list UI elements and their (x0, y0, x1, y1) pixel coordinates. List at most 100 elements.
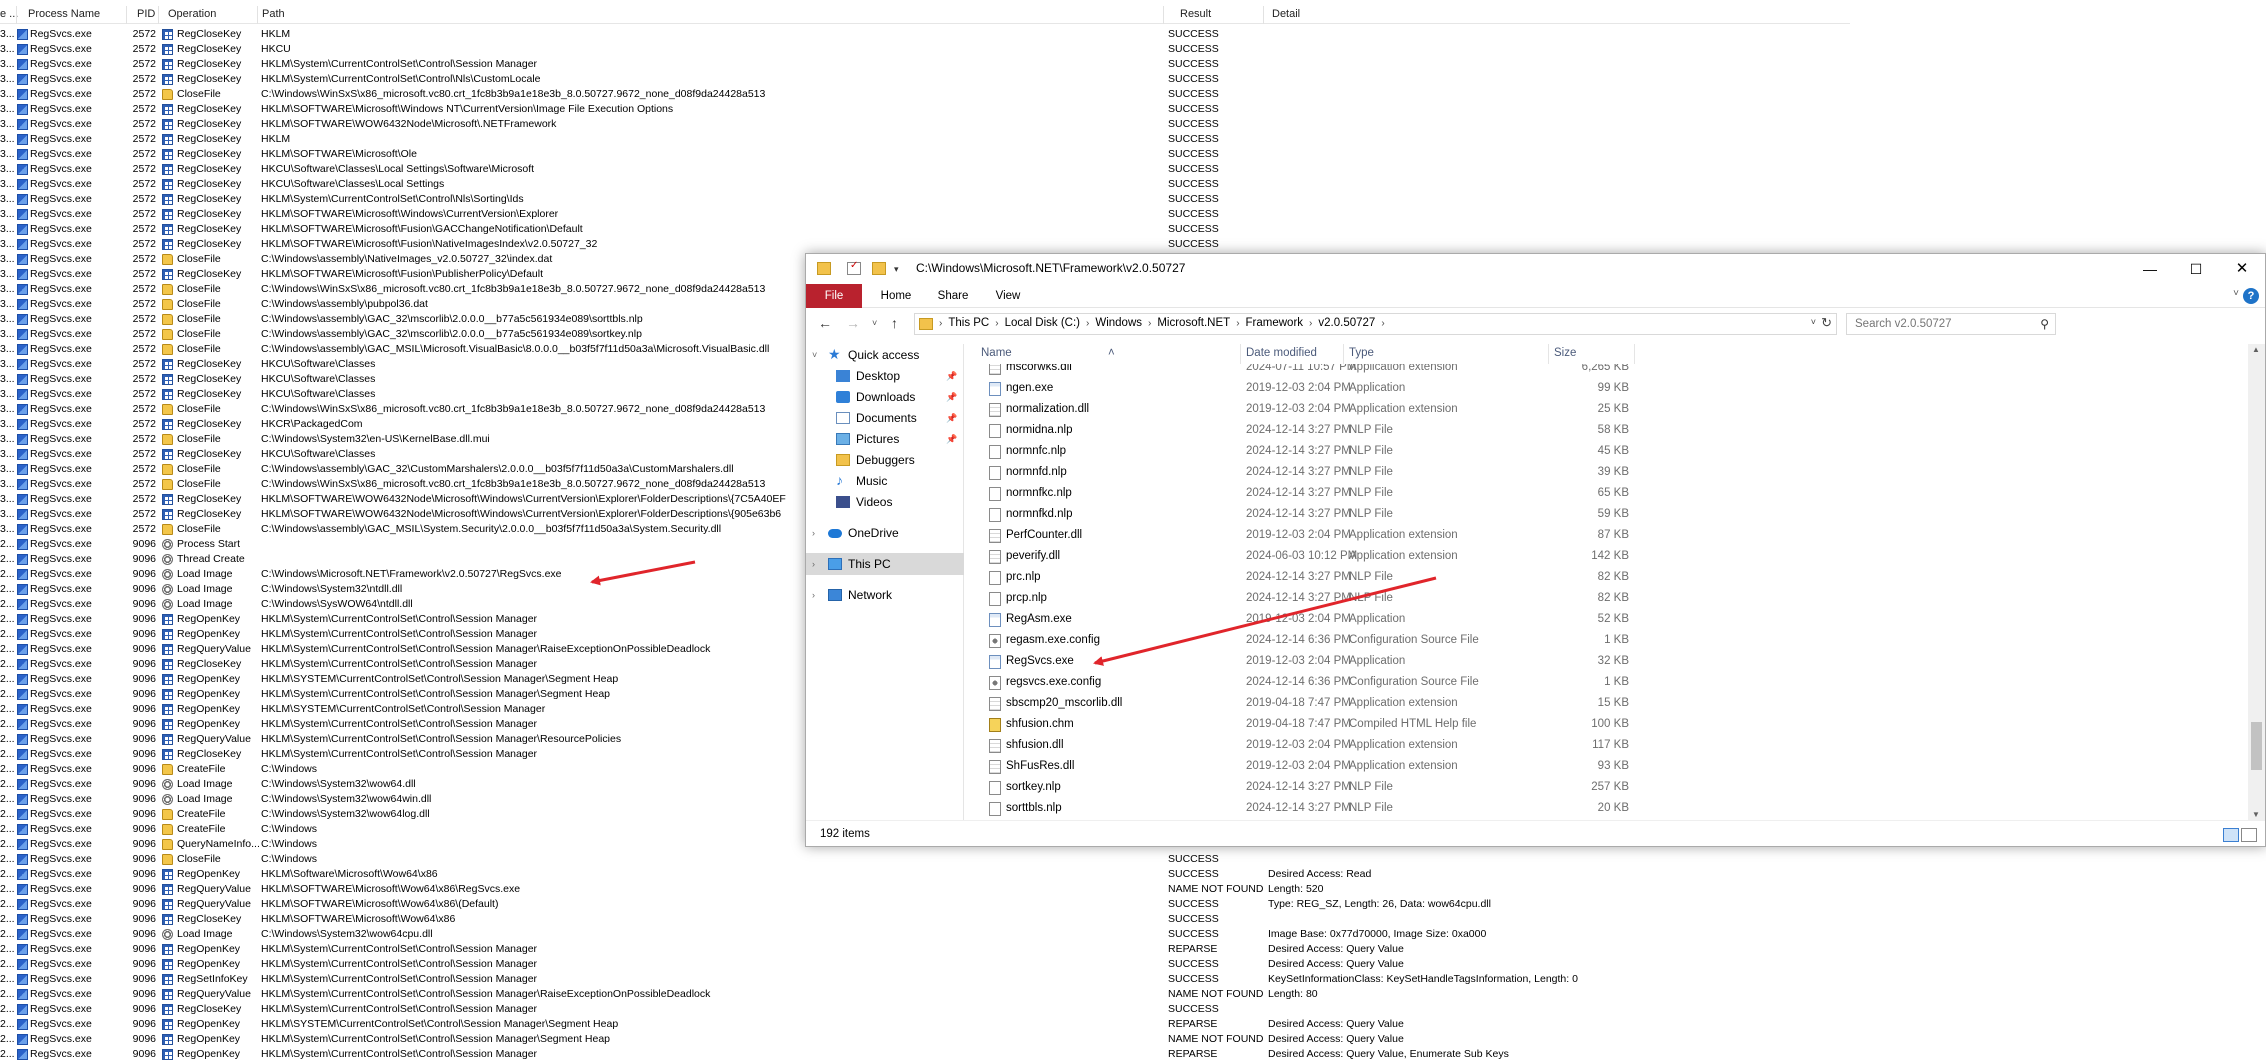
table-row[interactable]: 3... RegSvcs.exe 2572 RegCloseKey HKLM\SOFTW… (0, 147, 1850, 162)
file-row[interactable]: RegSvcs.exe 2019-12-03 2:04 PM Application… (966, 651, 2236, 672)
customize-toolbar-icon[interactable]: ▾ (894, 264, 904, 277)
table-row[interactable]: 3... RegSvcs.exe 2572 RegCloseKey HKLM\Syste… (0, 57, 1850, 72)
file-row[interactable]: prc.nlp 2024-12-14 3:27 PM NLP File 82 KB (966, 567, 2236, 588)
file-row[interactable]: normnfc.nlp 2024-12-14 3:27 PM NLP File 45 … (966, 441, 2236, 462)
table-row[interactable]: 2... RegSvcs.exe 9096 RegOpenKey HKLM\SYSTEM… (0, 1017, 1850, 1032)
file-row[interactable]: normnfd.nlp 2024-12-14 3:27 PM NLP File 39 … (966, 462, 2236, 483)
search-icon[interactable]: ⚲ (2040, 317, 2049, 331)
search-input[interactable] (1853, 315, 2033, 333)
table-row[interactable]: 2... RegSvcs.exe 9096 RegQueryValue HKLM\Sys… (0, 987, 1850, 1002)
scrollbar-thumb[interactable] (2251, 722, 2262, 770)
pin-icon[interactable]: 📌 (946, 407, 957, 429)
sidebar-item-onedrive[interactable]: › OneDrive (806, 522, 964, 544)
scroll-up-icon[interactable]: ▲ (2252, 345, 2260, 354)
sidebar-item-videos[interactable]: Videos (806, 491, 964, 513)
file-row[interactable]: ngen.exe 2019-12-03 2:04 PM Application 99 … (966, 378, 2236, 399)
table-row[interactable]: 3... RegSvcs.exe 2572 RegCloseKey HKLM\Syste… (0, 192, 1850, 207)
col-size-header[interactable]: Size (1554, 347, 1576, 359)
address-bar[interactable]: › This PC › Local Disk (C:) › Windows › Microso… (914, 313, 1837, 335)
breadcrumb-separator-icon[interactable]: › (995, 318, 998, 329)
table-row[interactable]: 2... RegSvcs.exe 9096 RegQueryValue HKLM\SOF… (0, 882, 1850, 897)
file-row[interactable]: ShFusRes.dll 2019-12-03 2:04 PM Applicatio… (966, 756, 2236, 777)
table-row[interactable]: 3... RegSvcs.exe 2572 RegCloseKey HKLM\SOFTW… (0, 117, 1850, 132)
tab-file[interactable]: File (806, 284, 862, 308)
minimize-button[interactable]: — (2127, 254, 2173, 284)
table-row[interactable]: 3... RegSvcs.exe 2572 RegCloseKey HKCU SUCCES… (0, 42, 1850, 57)
table-row[interactable]: 2... RegSvcs.exe 9096 RegCloseKey HKLM\SOFTW… (0, 912, 1850, 927)
file-row[interactable]: sortkey.nlp 2024-12-14 3:27 PM NLP File 257… (966, 777, 2236, 798)
expand-arrow-icon[interactable]: › (812, 553, 815, 575)
file-row[interactable]: RegAsm.exe 2019-12-03 2:04 PM Application 5… (966, 609, 2236, 630)
file-row[interactable]: sorttbls.nlp 2024-12-14 3:27 PM NLP File 20… (966, 798, 2236, 819)
properties-icon[interactable] (847, 260, 861, 275)
table-row[interactable]: 2... RegSvcs.exe 9096 RegCloseKey HKLM\Syste… (0, 1002, 1850, 1017)
table-row[interactable]: 2... RegSvcs.exe 9096 RegOpenKey HKLM\Softwa… (0, 867, 1850, 882)
table-row[interactable]: 3... RegSvcs.exe 2572 RegCloseKey HKLM SUCCES… (0, 132, 1850, 147)
table-row[interactable]: 2... RegSvcs.exe 9096 Load Image C:\Windows\… (0, 927, 1850, 942)
col-type-header[interactable]: Type (1349, 347, 1374, 359)
back-arrow-icon[interactable]: ← (818, 315, 832, 331)
sidebar-item-music[interactable]: ♪ Music (806, 470, 964, 492)
sidebar-item-debuggers[interactable]: Debuggers (806, 449, 964, 471)
sidebar-item-this-pc[interactable]: › This PC (806, 553, 964, 575)
col-detail-header[interactable]: Detail (1272, 8, 1300, 20)
file-row[interactable]: mscorwks.dll 2024-07-11 10:57 PM Applicati… (966, 364, 2236, 378)
sidebar-item-downloads[interactable]: Downloads 📌 (806, 386, 964, 408)
vertical-scrollbar[interactable]: ▲ ▼ (2248, 344, 2265, 820)
sidebar-item-network[interactable]: › Network (806, 584, 964, 606)
recent-locations-icon[interactable]: ˅ (872, 318, 877, 328)
maximize-button[interactable]: ☐ (2173, 254, 2219, 284)
sidebar-item-documents[interactable]: Documents 📌 (806, 407, 964, 429)
close-button[interactable]: ✕ (2219, 254, 2265, 284)
help-icon[interactable]: ? (2243, 288, 2259, 304)
chevron-down-icon[interactable]: ˅ (2233, 288, 2239, 299)
table-row[interactable]: 3... RegSvcs.exe 2572 RegCloseKey HKLM\SOFTW… (0, 237, 1850, 252)
new-folder-icon[interactable] (872, 262, 886, 275)
file-row[interactable]: regasm.exe.config 2024-12-14 6:36 PM Confi… (966, 630, 2236, 651)
table-row[interactable]: 2... RegSvcs.exe 9096 RegSetInfoKey HKLM\Sys… (0, 972, 1850, 987)
table-row[interactable]: 3... RegSvcs.exe 2572 RegCloseKey HKLM\Syste… (0, 72, 1850, 87)
table-row[interactable]: 3... RegSvcs.exe 2572 RegCloseKey HKLM\SOFTW… (0, 222, 1850, 237)
table-row[interactable]: 3... RegSvcs.exe 2572 RegCloseKey HKCU\Softw… (0, 177, 1850, 192)
breadcrumb-separator-icon[interactable]: › (1309, 318, 1312, 329)
col-operation-header[interactable]: Operation (168, 8, 216, 20)
tab-share[interactable]: Share (931, 284, 975, 308)
tab-view[interactable]: View (988, 284, 1028, 308)
pin-icon[interactable]: 📌 (946, 365, 957, 387)
file-list[interactable]: mscorwks.dll 2024-07-11 10:57 PM Applicati… (966, 364, 2241, 820)
pin-icon[interactable]: 📌 (946, 428, 957, 450)
breadcrumb-item[interactable]: Microsoft.NET (1157, 317, 1230, 329)
table-row[interactable]: 2... RegSvcs.exe 9096 RegQueryValue HKLM\SOF… (0, 897, 1850, 912)
breadcrumb-item[interactable]: This PC (948, 317, 989, 329)
table-row[interactable]: 2... RegSvcs.exe 9096 CloseFile C:\Windows SU… (0, 852, 1850, 867)
file-row[interactable]: normnfkd.nlp 2024-12-14 3:27 PM NLP File 59… (966, 504, 2236, 525)
details-view-icon[interactable] (2223, 828, 2239, 842)
scroll-down-icon[interactable]: ▼ (2252, 810, 2260, 819)
expand-arrow-icon[interactable]: › (812, 522, 815, 544)
search-box[interactable]: ⚲ (1846, 313, 2056, 335)
col-process-header[interactable]: Process Name (28, 8, 100, 20)
breadcrumb-separator-icon[interactable]: › (1236, 318, 1239, 329)
col-result-header[interactable]: Result (1180, 8, 1211, 20)
file-row[interactable]: normnfkc.nlp 2024-12-14 3:27 PM NLP File 65… (966, 483, 2236, 504)
file-row[interactable]: sbscmp20_mscorlib.dll 2019-04-18 7:47 PM A… (966, 693, 2236, 714)
breadcrumb-separator-icon[interactable]: › (939, 318, 942, 329)
file-row[interactable]: normidna.nlp 2024-12-14 3:27 PM NLP File 58… (966, 420, 2236, 441)
file-row[interactable]: prcp.nlp 2024-12-14 3:27 PM NLP File 82 KB (966, 588, 2236, 609)
col-name-header[interactable]: Name (981, 347, 1012, 359)
breadcrumb-item[interactable]: v2.0.50727 (1318, 317, 1375, 329)
expand-arrow-icon[interactable]: ˅ (812, 344, 817, 366)
breadcrumb-separator-icon[interactable]: › (1148, 318, 1151, 329)
pin-icon[interactable]: 📌 (946, 386, 957, 408)
table-row[interactable]: 3... RegSvcs.exe 2572 RegCloseKey HKLM\SOFTW… (0, 207, 1850, 222)
table-row[interactable]: 3... RegSvcs.exe 2572 RegCloseKey HKCU\Softw… (0, 162, 1850, 177)
breadcrumb-separator-icon[interactable]: › (1381, 318, 1384, 329)
col-path-header[interactable]: Path (262, 8, 285, 20)
sidebar-item-pictures[interactable]: Pictures 📌 (806, 428, 964, 450)
file-row[interactable]: PerfCounter.dll 2019-12-03 2:04 PM Applica… (966, 525, 2236, 546)
sidebar-item-quick-access[interactable]: ˅ ★ Quick access (806, 344, 964, 366)
tab-home[interactable]: Home (874, 284, 918, 308)
col-pid-header[interactable]: PID (137, 8, 155, 20)
sidebar-item-desktop[interactable]: Desktop 📌 (806, 365, 964, 387)
file-row[interactable]: peverify.dll 2024-06-03 10:12 PM Applicati… (966, 546, 2236, 567)
